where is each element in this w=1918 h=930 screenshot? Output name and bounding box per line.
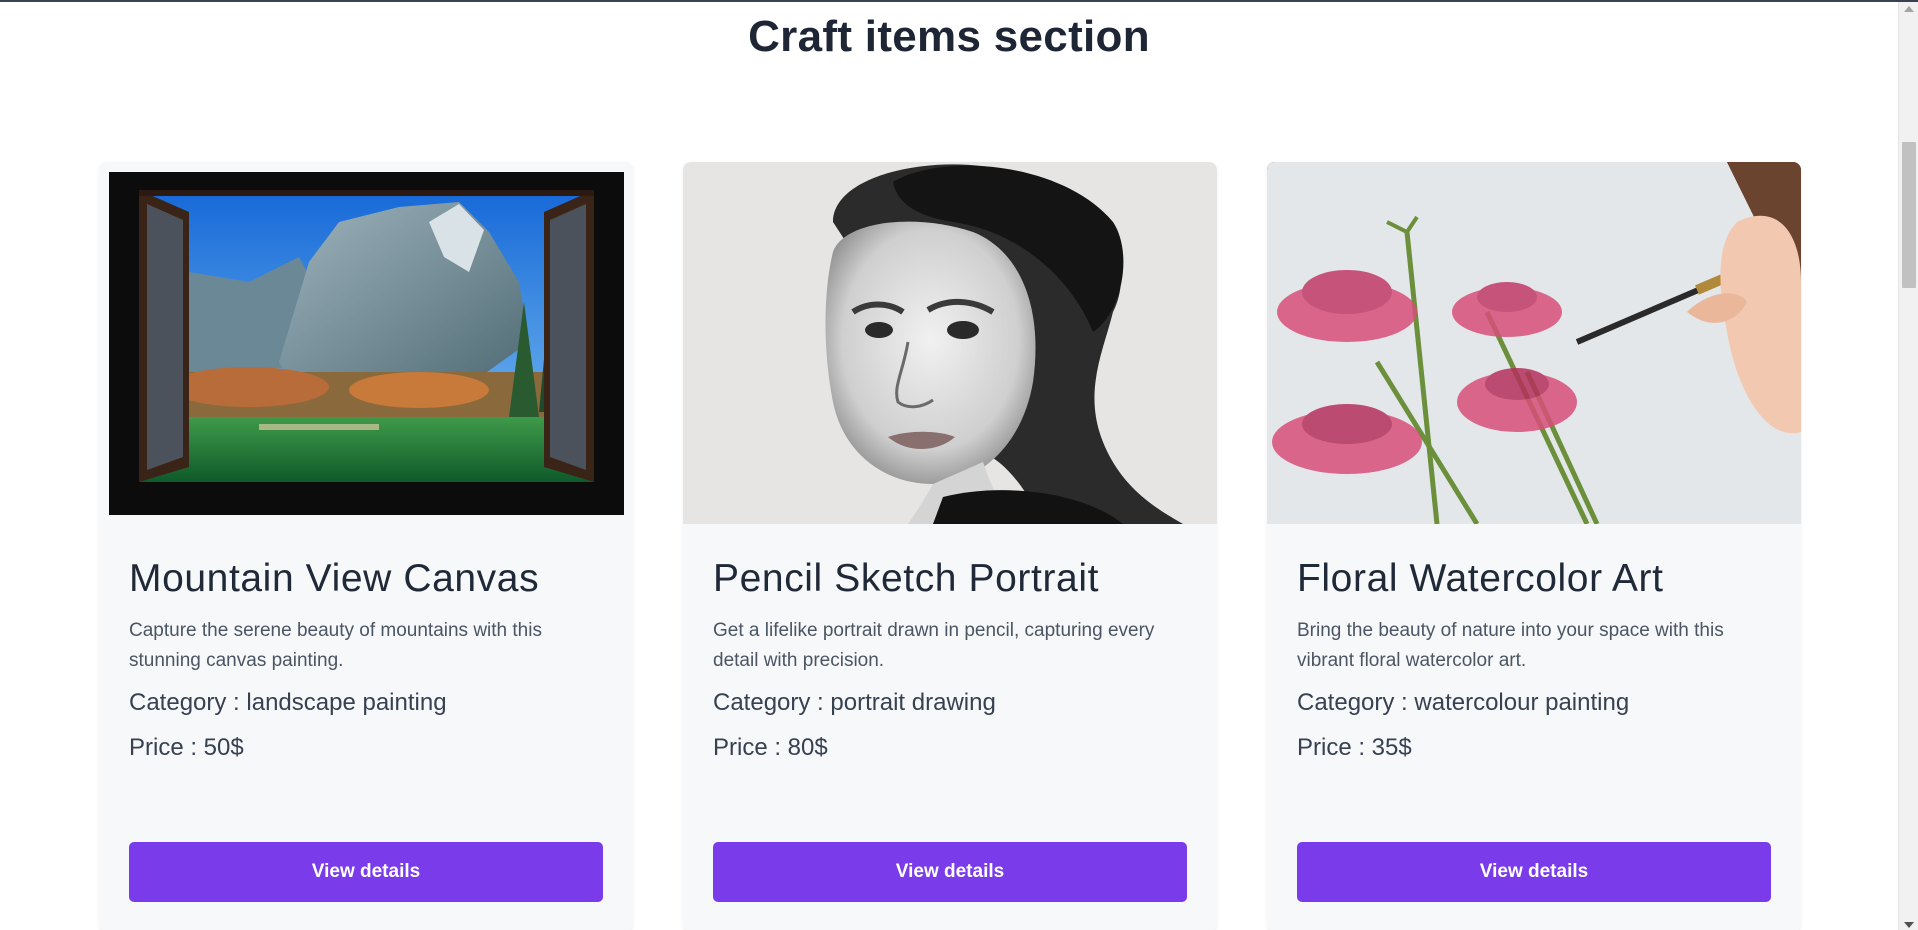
card-description: Bring the beauty of nature into your spa…: [1297, 620, 1724, 671]
card-body: Floral Watercolor Art Bring the beauty o…: [1267, 556, 1801, 765]
floral-watercolor-image: [1267, 162, 1801, 524]
card-title: Mountain View Canvas: [129, 557, 540, 600]
card-body: Mountain View Canvas Capture the serene …: [99, 556, 633, 765]
card-image-floral-watercolor: [1267, 162, 1801, 524]
craft-items-grid: Mountain View Canvas Capture the serene …: [99, 162, 1801, 930]
card-price: Price : 80$: [713, 734, 828, 761]
page-content: Craft items section Mountain View Canvas…: [0, 2, 1898, 930]
vertical-scrollbar[interactable]: [1898, 2, 1918, 930]
craft-card: Pencil Sketch Portrait Get a lifelike po…: [683, 162, 1217, 930]
scrollbar-thumb[interactable]: [1902, 142, 1916, 288]
card-description: Get a lifelike portrait drawn in pencil,…: [713, 620, 1155, 671]
view-details-button[interactable]: View details: [129, 842, 603, 902]
craft-card: Mountain View Canvas Capture the serene …: [99, 162, 633, 930]
card-description: Capture the serene beauty of mountains w…: [129, 620, 542, 671]
mountain-landscape-window-image: [99, 162, 633, 524]
card-body: Pencil Sketch Portrait Get a lifelike po…: [683, 556, 1217, 765]
view-details-button[interactable]: View details: [713, 842, 1187, 902]
scroll-down-arrow-icon[interactable]: [1904, 922, 1914, 928]
card-category: Category : watercolour painting: [1297, 689, 1630, 716]
card-price: Price : 35$: [1297, 734, 1412, 761]
craft-card: Floral Watercolor Art Bring the beauty o…: [1267, 162, 1801, 930]
card-price: Price : 50$: [129, 734, 244, 761]
view-details-button[interactable]: View details: [1297, 842, 1771, 902]
card-image-mountain-view: [99, 162, 633, 524]
pencil-portrait-image: [683, 162, 1217, 524]
card-image-pencil-portrait: [683, 162, 1217, 524]
card-category: Category : portrait drawing: [713, 689, 996, 716]
browser-viewport: Craft items section Mountain View Canvas…: [0, 0, 1918, 930]
section-title: Craft items section: [748, 12, 1150, 61]
scroll-up-arrow-icon[interactable]: [1904, 6, 1914, 12]
card-title: Floral Watercolor Art: [1297, 557, 1664, 600]
card-category: Category : landscape painting: [129, 689, 447, 716]
card-title: Pencil Sketch Portrait: [713, 557, 1100, 600]
